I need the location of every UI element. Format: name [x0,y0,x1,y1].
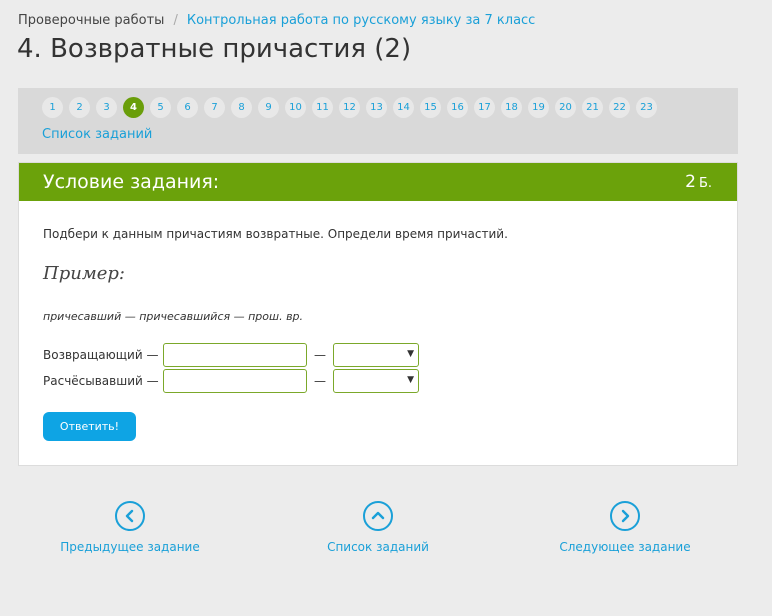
task-instruction: Подбери к данным причастиям возвратные. … [43,227,508,241]
answer-row: Расчёсывавший — — ▼ [43,369,419,393]
next-task-label: Следующее задание [559,540,691,554]
chevron-up-circle-icon [363,501,393,531]
task-list-link[interactable]: Список заданий [42,127,152,142]
word-label: Расчёсывавший — [43,374,159,388]
task-number-6[interactable]: 6 [177,97,198,118]
word-label: Возвращающий — [43,348,159,362]
task-score: 2 Б. [685,172,712,192]
chevron-right-circle-icon [610,501,640,531]
task-number-12[interactable]: 12 [339,97,360,118]
breadcrumb-parent[interactable]: Проверочные работы [18,13,164,28]
task-number-8[interactable]: 8 [231,97,252,118]
task-card-header: Условие задания: 2 Б. [19,163,737,201]
task-number-13[interactable]: 13 [366,97,387,118]
previous-task-link[interactable]: Предыдущее задание [60,501,200,554]
page-title: 4. Возвратные причастия (2) [17,34,412,64]
task-number-7[interactable]: 7 [204,97,225,118]
participle-input-2[interactable] [163,369,307,393]
task-list-bottom-link[interactable]: Список заданий [318,501,438,554]
breadcrumb: Проверочные работы / Контрольная работа … [18,13,535,28]
task-number-23[interactable]: 23 [636,97,657,118]
task-number-16[interactable]: 16 [447,97,468,118]
chevron-left-circle-icon [115,501,145,531]
tense-select-1[interactable]: ▼ [333,343,419,367]
task-number-14[interactable]: 14 [393,97,414,118]
dash-separator: — [314,348,326,362]
next-task-link[interactable]: Следующее задание [555,501,695,554]
example-text: причесавший — причесавшийся — прош. вр. [43,310,304,323]
previous-task-label: Предыдущее задание [60,540,200,554]
answer-row: Возвращающий — — ▼ [43,343,419,367]
task-number-19[interactable]: 19 [528,97,549,118]
task-number-2[interactable]: 2 [69,97,90,118]
task-number-11[interactable]: 11 [312,97,333,118]
caret-down-icon: ▼ [407,375,414,385]
tense-select-2[interactable]: ▼ [333,369,419,393]
task-number-18[interactable]: 18 [501,97,522,118]
breadcrumb-separator: / [173,13,178,28]
task-card: Условие задания: 2 Б. Подбери к данным пр… [18,162,738,466]
participle-input-1[interactable] [163,343,307,367]
task-number-list: 1 2 3 4 5 6 7 8 9 10 11 12 13 14 15 16 17 18 19 20 21 22 23 [42,97,663,118]
task-number-21[interactable]: 21 [582,97,603,118]
caret-down-icon: ▼ [407,349,414,359]
task-number-15[interactable]: 15 [420,97,441,118]
task-navigation-panel: 1 2 3 4 5 6 7 8 9 10 11 12 13 14 15 16 17 18 19 20 21 22 23 Сп… [18,88,738,154]
score-value: 2 [685,172,696,192]
task-number-1[interactable]: 1 [42,97,63,118]
dash-separator: — [314,374,326,388]
score-unit: Б. [698,176,712,191]
breadcrumb-current-link[interactable]: Контрольная работа по русскому языку за … [187,13,536,28]
task-list-bottom-label: Список заданий [327,540,429,554]
example-title: Пример: [43,263,125,284]
task-number-10[interactable]: 10 [285,97,306,118]
task-number-4[interactable]: 4 [123,97,144,118]
task-number-17[interactable]: 17 [474,97,495,118]
task-number-22[interactable]: 22 [609,97,630,118]
task-card-title: Условие задания: [43,171,220,193]
submit-answer-button[interactable]: Ответить! [43,412,136,441]
task-number-3[interactable]: 3 [96,97,117,118]
task-number-5[interactable]: 5 [150,97,171,118]
task-number-20[interactable]: 20 [555,97,576,118]
task-number-9[interactable]: 9 [258,97,279,118]
